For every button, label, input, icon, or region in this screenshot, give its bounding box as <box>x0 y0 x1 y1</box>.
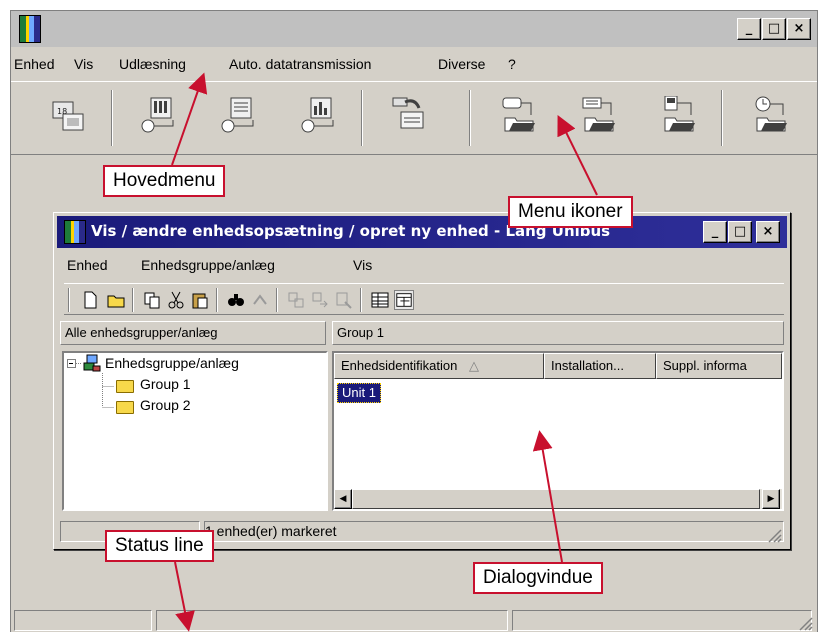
hovedmenu-arrow <box>171 72 208 166</box>
status-line-arrow <box>174 561 195 632</box>
menu-ikoner-arrow <box>557 115 598 196</box>
dialogvindue-arrow <box>532 430 563 563</box>
callout-hovedmenu: Hovedmenu <box>103 165 226 197</box>
callout-status-line: Status line <box>105 530 214 562</box>
callout-menu-ikoner: Menu ikoner <box>508 196 633 228</box>
callout-dialogvindue: Dialogvindue <box>473 562 603 594</box>
